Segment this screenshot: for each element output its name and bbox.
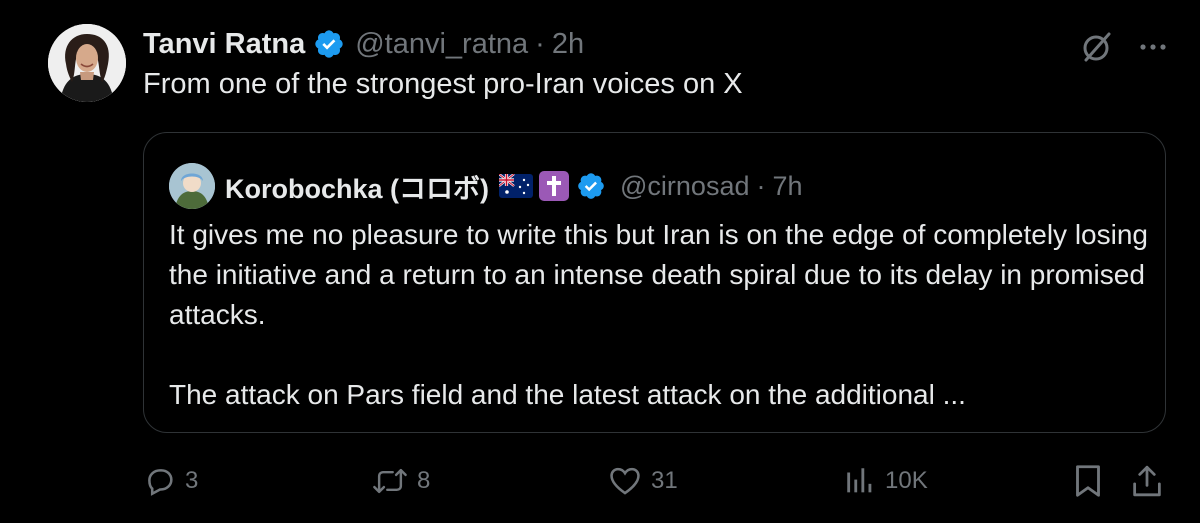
quoted-separator-dot: · — [756, 170, 766, 201]
quoted-tweet[interactable]: Korobochka (コロボ) @cirnosad · 7h It gives… — [143, 132, 1166, 433]
bookmark-button[interactable] — [1073, 460, 1103, 502]
quoted-avatar-icon — [169, 163, 215, 209]
share-button[interactable] — [1131, 460, 1163, 502]
repost-button[interactable]: 8 — [371, 460, 430, 502]
like-count: 31 — [651, 467, 678, 494]
more-icon[interactable] — [1136, 30, 1170, 64]
repost-icon — [373, 468, 407, 494]
tweet-header: Tanvi Ratna @tanvi_ratna · 2h — [143, 26, 584, 62]
quoted-tweet-header: Korobochka (コロボ) @cirnosad · 7h — [169, 163, 803, 209]
action-bar: 3 8 31 10K — [143, 460, 1173, 502]
views-icon — [847, 468, 872, 493]
quoted-paragraph: It gives me no pleasure to write this bu… — [169, 219, 1148, 330]
quoted-paragraph: The attack on Pars field and the latest … — [169, 379, 966, 410]
views-button[interactable]: 10K — [843, 460, 928, 502]
heart-icon — [610, 467, 640, 495]
separator-dot: · — [535, 27, 545, 60]
tweet-top-actions — [1078, 28, 1170, 66]
quoted-author-handle[interactable]: @cirnosad — [620, 171, 749, 202]
timestamp[interactable]: 2h — [552, 28, 584, 61]
verified-icon[interactable] — [313, 28, 345, 60]
like-button[interactable]: 31 — [607, 460, 678, 502]
views-count: 10K — [885, 467, 928, 494]
quoted-tweet-text: It gives me no pleasure to write this bu… — [169, 215, 1149, 415]
latin-cross-icon — [539, 171, 570, 201]
bookmark-icon — [1076, 465, 1100, 497]
avatar-photo-icon — [48, 24, 126, 102]
avatar[interactable] — [48, 24, 126, 102]
australia-flag-icon — [499, 174, 534, 198]
quoted-avatar[interactable] — [169, 163, 215, 209]
quoted-author-name[interactable]: Korobochka (コロボ) — [225, 167, 489, 206]
author-name[interactable]: Tanvi Ratna — [143, 28, 305, 61]
share-icon — [1133, 465, 1161, 497]
quoted-timestamp[interactable]: 7h — [772, 171, 802, 202]
reply-count: 3 — [185, 467, 199, 494]
repost-count: 8 — [417, 467, 431, 494]
reply-icon — [148, 469, 173, 496]
tweet[interactable]: Tanvi Ratna @tanvi_ratna · 2h From one o… — [0, 0, 1200, 523]
grok-icon[interactable] — [1078, 28, 1116, 66]
quoted-verified-icon[interactable] — [576, 171, 606, 201]
tweet-text: From one of the strongest pro-Iran voice… — [143, 68, 743, 100]
author-handle[interactable]: @tanvi_ratna — [355, 28, 528, 61]
reply-button[interactable]: 3 — [143, 460, 198, 502]
